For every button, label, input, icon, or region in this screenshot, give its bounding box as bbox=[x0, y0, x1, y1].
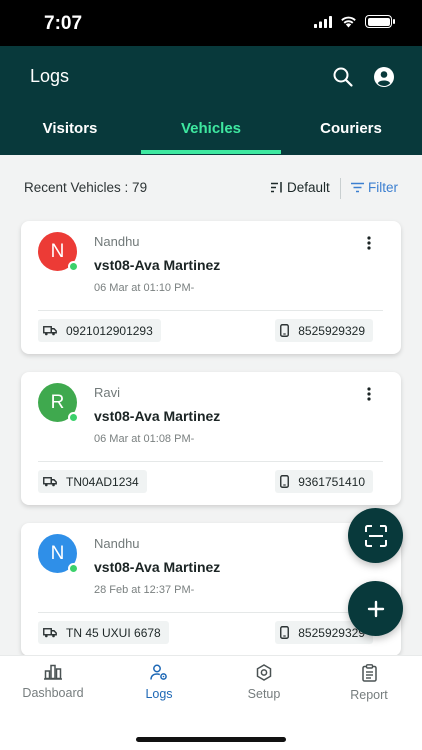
person-name: Nandhu bbox=[94, 234, 140, 249]
nav-label: Dashboard bbox=[22, 686, 84, 700]
add-vehicle-button[interactable] bbox=[348, 581, 403, 636]
battery-icon bbox=[365, 15, 395, 28]
nav-dashboard[interactable]: Dashboard bbox=[0, 664, 106, 700]
phone-number: 8525929329 bbox=[298, 323, 365, 338]
more-options-icon[interactable] bbox=[361, 235, 377, 251]
home-indicator bbox=[136, 737, 286, 742]
wifi-icon bbox=[341, 16, 356, 28]
person-name: Nandhu bbox=[94, 536, 140, 551]
home-indicator-area bbox=[0, 716, 422, 750]
nav-label: Report bbox=[350, 688, 388, 702]
nav-report[interactable]: Report bbox=[316, 664, 422, 702]
truck-icon bbox=[43, 477, 57, 487]
more-options-icon[interactable] bbox=[361, 386, 377, 402]
active-tab-indicator bbox=[141, 150, 281, 154]
bottom-navigation: Dashboard Logs Setup Report bbox=[0, 655, 422, 716]
vehicle-title: vst08-Ava Martinez bbox=[94, 257, 221, 273]
app-header: Logs Visitors Vehicles Couriers bbox=[0, 46, 422, 155]
person-name: Ravi bbox=[94, 385, 121, 400]
nav-label: Setup bbox=[247, 687, 281, 701]
vehicle-title: vst08-Ava Martinez bbox=[94, 408, 221, 424]
plate-number: 0921012901293 bbox=[66, 323, 153, 338]
scan-button[interactable] bbox=[348, 508, 403, 563]
recent-vehicles-count: Recent Vehicles : 79 bbox=[24, 180, 148, 195]
tab-visitors[interactable]: Visitors bbox=[0, 120, 140, 137]
search-icon[interactable] bbox=[332, 66, 354, 88]
vehicle-card[interactable]: R Ravi vst08-Ava Martinez 06 Mar at 01:0… bbox=[21, 372, 401, 505]
status-bar: 7:07 bbox=[0, 0, 422, 46]
bar-chart-icon bbox=[44, 664, 62, 680]
nav-logs[interactable]: Logs bbox=[106, 664, 212, 701]
nav-label: Logs bbox=[145, 687, 173, 701]
online-status-dot bbox=[68, 261, 79, 272]
plate-chip: 0921012901293 bbox=[38, 319, 161, 342]
phone-icon bbox=[280, 475, 290, 488]
filter-label: Filter bbox=[368, 180, 398, 195]
plate-number: TN 45 UXUI 6678 bbox=[66, 625, 161, 640]
signal-icon bbox=[314, 15, 332, 28]
clipboard-icon bbox=[361, 664, 377, 682]
status-time: 7:07 bbox=[44, 13, 83, 34]
phone-chip: 9361751410 bbox=[275, 470, 373, 493]
log-time: 28 Feb at 12:37 PM- bbox=[94, 584, 195, 596]
card-divider bbox=[38, 612, 383, 613]
hexagon-gear-icon bbox=[256, 664, 272, 681]
tab-couriers[interactable]: Couriers bbox=[281, 120, 421, 137]
scan-icon bbox=[364, 524, 387, 547]
phone-chip: 8525929329 bbox=[275, 319, 373, 342]
page-title: Logs bbox=[30, 66, 70, 86]
truck-icon bbox=[43, 628, 57, 638]
filter-button[interactable]: Filter bbox=[351, 180, 398, 195]
online-status-dot bbox=[68, 412, 79, 423]
phone-icon bbox=[280, 324, 290, 337]
sort-button[interactable]: Default bbox=[271, 180, 330, 195]
card-divider bbox=[38, 461, 383, 462]
plate-chip: TN 45 UXUI 6678 bbox=[38, 621, 169, 644]
online-status-dot bbox=[68, 563, 79, 574]
vehicle-card[interactable]: N Nandhu vst08-Ava Martinez 28 Feb at 12… bbox=[21, 523, 401, 656]
tab-vehicles[interactable]: Vehicles bbox=[141, 120, 281, 137]
truck-icon bbox=[43, 326, 57, 336]
phone-icon bbox=[280, 626, 290, 639]
divider bbox=[340, 178, 341, 199]
phone-number: 9361751410 bbox=[298, 474, 365, 489]
plus-icon bbox=[367, 600, 384, 617]
sort-icon bbox=[271, 182, 282, 193]
card-divider bbox=[38, 310, 383, 311]
log-time: 06 Mar at 01:08 PM- bbox=[94, 433, 195, 445]
plate-number: TN04AD1234 bbox=[66, 474, 139, 489]
log-time: 06 Mar at 01:10 PM- bbox=[94, 282, 195, 294]
plate-chip: TN04AD1234 bbox=[38, 470, 147, 493]
filter-icon bbox=[351, 182, 364, 193]
vehicle-title: vst08-Ava Martinez bbox=[94, 559, 221, 575]
nav-setup[interactable]: Setup bbox=[211, 664, 317, 701]
account-icon[interactable] bbox=[373, 66, 395, 88]
sort-label: Default bbox=[287, 180, 330, 195]
status-icons bbox=[314, 15, 395, 28]
user-gear-icon bbox=[150, 664, 167, 680]
vehicle-card[interactable]: N Nandhu vst08-Ava Martinez 06 Mar at 01… bbox=[21, 221, 401, 354]
